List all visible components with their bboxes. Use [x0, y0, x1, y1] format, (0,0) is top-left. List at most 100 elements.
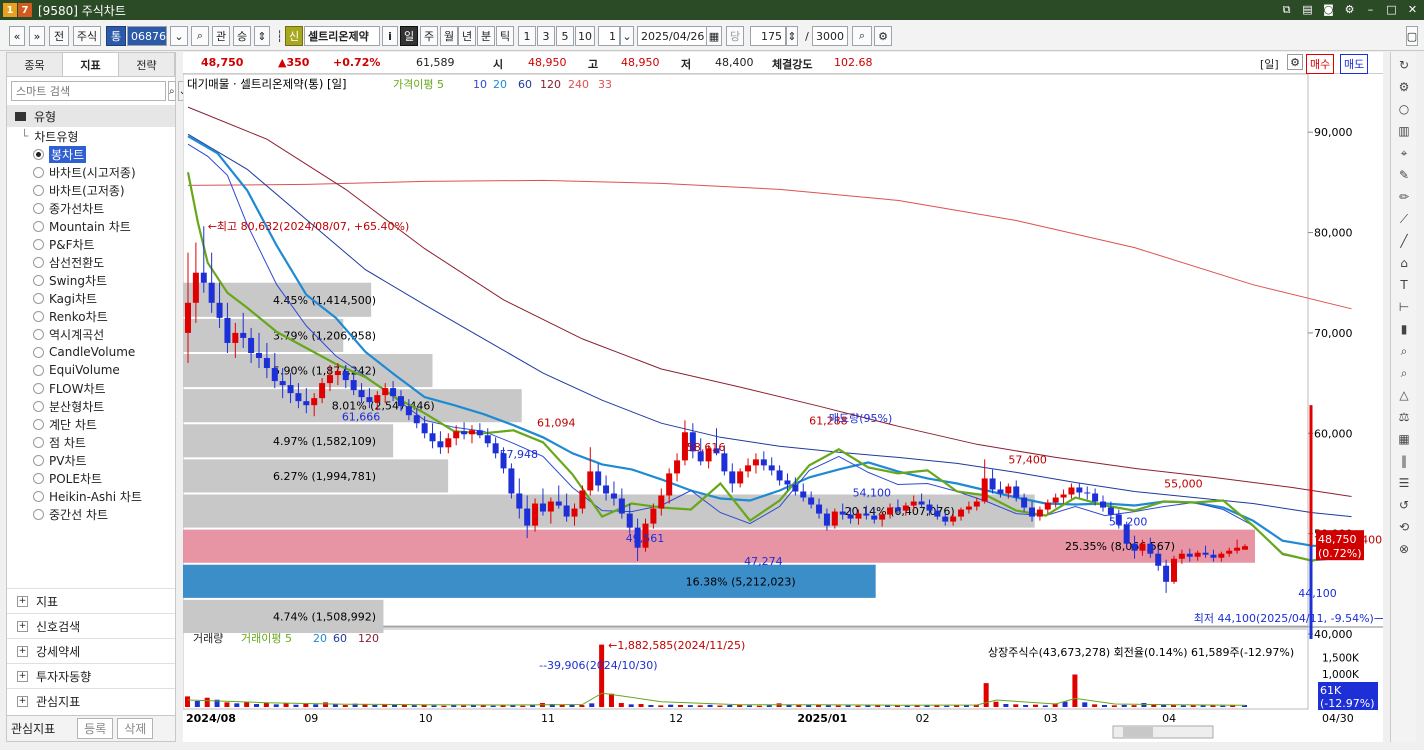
stock-code-input[interactable]: 068760 [127, 26, 167, 46]
magnifier-icon[interactable]: ⌕ [1395, 364, 1413, 382]
chart-type-item[interactable]: EquiVolume [7, 361, 175, 379]
info-button[interactable]: i [382, 26, 398, 46]
chart-type-item[interactable]: 역시계곡선 [7, 325, 175, 343]
section-investor[interactable]: + 투자자동향 [7, 663, 175, 688]
section-signal-search[interactable]: + 신호검색 [7, 613, 175, 638]
dang-button[interactable]: 당 [726, 26, 744, 46]
close-icon[interactable]: ✕ [1405, 2, 1420, 17]
refresh-icon[interactable]: ↻ [1395, 56, 1413, 74]
period-week-button[interactable]: 주 [420, 26, 438, 46]
line-icon[interactable]: ⟋ [1395, 210, 1413, 228]
chart-type-item[interactable]: Mountain 차트 [7, 217, 175, 235]
crosshair-icon[interactable]: ⌖ [1395, 144, 1413, 162]
chart-type-item[interactable]: P&F차트 [7, 235, 175, 253]
chart-type-item[interactable]: Swing차트 [7, 271, 175, 289]
sync-icon[interactable]: ⟲ [1395, 518, 1413, 536]
circle-icon[interactable]: ○ [1395, 100, 1413, 118]
radio-icon[interactable] [33, 472, 44, 484]
chart-type-item[interactable]: 바차트(시고저종) [7, 163, 175, 181]
subsection-chart-type[interactable]: └ 차트유형 [7, 127, 175, 145]
sin-badge[interactable]: 신 [285, 26, 303, 46]
chart-type-item[interactable]: 바차트(고저종) [7, 181, 175, 199]
period-day-button[interactable]: 일 [400, 26, 418, 46]
chart-type-item[interactable]: 중간선 차트 [7, 505, 175, 523]
radio-icon[interactable] [33, 166, 44, 178]
chart-type-item[interactable]: Renko차트 [7, 307, 175, 325]
buy-button[interactable]: 매수 [1306, 54, 1335, 74]
chart-type-item[interactable]: PV차트 [7, 451, 175, 469]
minimize-icon[interactable]: – [1363, 2, 1378, 17]
interval-5-button[interactable]: 5 [556, 26, 574, 46]
interval-input[interactable]: 1 [598, 26, 620, 46]
radio-icon[interactable] [33, 274, 44, 286]
period-minute-button[interactable]: 분 [477, 26, 495, 46]
pen-icon[interactable]: ✎ [1395, 166, 1413, 184]
radio-icon[interactable] [33, 490, 44, 502]
text-icon[interactable]: T [1395, 276, 1413, 294]
radio-icon[interactable] [33, 238, 44, 250]
settings-icon[interactable]: ⚙ [1395, 78, 1413, 96]
radio-icon[interactable] [33, 418, 44, 430]
radio-icon[interactable] [33, 364, 44, 376]
date-input[interactable]: 2025/04/26 [637, 26, 707, 46]
chart-type-item[interactable]: Kagi차트 [7, 289, 175, 307]
sell-button[interactable]: 매도 [1340, 54, 1369, 74]
zoom-icon[interactable]: ⌕ [852, 26, 872, 46]
chart-type-item[interactable]: 삼선전환도 [7, 253, 175, 271]
radio-icon[interactable] [33, 382, 44, 394]
chart-type-item[interactable]: 점 차트 [7, 433, 175, 451]
chart-icon[interactable]: ▥ [1395, 122, 1413, 140]
code-dropdown-icon[interactable]: ⌄ [170, 26, 188, 46]
delete-button[interactable]: 삭제 [117, 718, 154, 739]
section-strength[interactable]: + 강세약세 [7, 638, 175, 663]
pencil-icon[interactable]: ✏ [1395, 188, 1413, 206]
tab-strategy[interactable]: 전략 [119, 53, 175, 76]
tab-stock[interactable]: 종목 [7, 53, 63, 76]
interval-10-button[interactable]: 10 [575, 26, 595, 46]
register-button[interactable]: 등록 [77, 718, 114, 739]
period-month-button[interactable]: 월 [440, 26, 458, 46]
seung-button[interactable]: 승 [233, 26, 251, 46]
chart-type-item[interactable]: 봉차트 [7, 145, 175, 163]
vertical-lines-icon[interactable]: ‖ [1395, 452, 1413, 470]
smart-search-input[interactable] [11, 81, 166, 101]
chart-type-item[interactable]: 종가선차트 [7, 199, 175, 217]
radio-icon[interactable] [33, 202, 44, 214]
stack-icon[interactable]: ☰ [1395, 474, 1413, 492]
spin-icon[interactable]: ⇕ [254, 26, 270, 46]
chart-type-item[interactable]: POLE차트 [7, 469, 175, 487]
radio-icon[interactable] [33, 220, 44, 232]
dropdown-chevron-icon[interactable]: » [29, 26, 45, 46]
chart-type-item[interactable]: 분산형차트 [7, 397, 175, 415]
period-tick-button[interactable]: 틱 [496, 26, 514, 46]
radio-icon[interactable] [33, 346, 44, 358]
interval-3-button[interactable]: 3 [537, 26, 555, 46]
front-button[interactable]: 전 [49, 26, 69, 46]
save-screen-icon[interactable]: ▤ [1300, 2, 1315, 17]
section-favorite[interactable]: + 관심지표 [7, 688, 175, 713]
radio-icon[interactable] [33, 148, 44, 160]
radio-icon[interactable] [33, 508, 44, 520]
count-spin-icon[interactable]: ⇕ [786, 26, 798, 46]
grid-icon[interactable]: ▦ [1395, 430, 1413, 448]
camera-icon[interactable]: ◙ [1321, 2, 1336, 17]
chart-type-item[interactable]: Heikin-Ashi 차트 [7, 487, 175, 505]
count-input[interactable]: 175 [750, 26, 786, 46]
section-indicator[interactable]: + 지표 [7, 588, 175, 613]
diagonal-icon[interactable]: ╱ [1395, 232, 1413, 250]
radio-icon[interactable] [33, 400, 44, 412]
scrollbar-thumb[interactable] [1123, 727, 1153, 737]
radio-icon[interactable] [33, 184, 44, 196]
close-circle-icon[interactable]: ⊗ [1395, 540, 1413, 558]
chart-type-item[interactable]: CandleVolume [7, 343, 175, 361]
stock-type-button[interactable]: 주식 [73, 26, 101, 46]
calendar-icon[interactable]: ▦ [706, 26, 722, 46]
ruler-icon[interactable]: ⊢ [1395, 298, 1413, 316]
chart-area[interactable]: 대기매물 · 셀트리온제약(통) [일] 가격이평 5 10 20 60 120 240 33… [182, 73, 1390, 742]
bars-icon[interactable]: ▮ [1395, 320, 1413, 338]
interval-1-button[interactable]: 1 [518, 26, 536, 46]
toolbar-gear-icon[interactable]: ⚙ [874, 26, 892, 46]
radio-icon[interactable] [33, 310, 44, 322]
tong-button[interactable]: 통 [106, 26, 126, 46]
gwan-button[interactable]: 관 [212, 26, 230, 46]
